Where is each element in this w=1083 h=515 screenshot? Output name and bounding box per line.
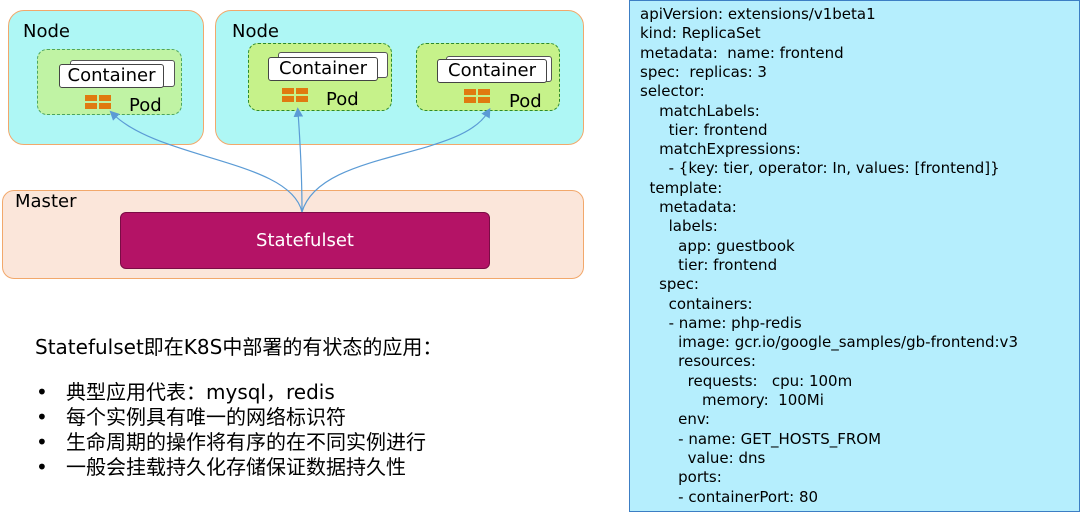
yaml-line: memory: 100Mi [640, 391, 824, 409]
yaml-line: template: [640, 178, 723, 197]
yaml-line: labels: [640, 217, 718, 236]
bullet-list: 典型应用代表：mysql，redis 每个实例具有唯一的网络标识符 生命周期的操… [36, 380, 426, 480]
yaml-line: - containerPort: 80 [640, 487, 819, 506]
yaml-line: ports: [640, 468, 722, 487]
yaml-line: - name: php-redis [640, 313, 802, 332]
bullet-item: 每个实例具有唯一的网络标识符 [36, 405, 426, 430]
yaml-line: matchExpressions: [640, 140, 801, 159]
description-title: Statefulset即在K8S中部署的有状态的应用： [35, 335, 443, 359]
yaml-line: spec: [640, 275, 699, 294]
yaml-line: tier: frontend [640, 120, 768, 139]
yaml-line: image: gcr.io/google_samples/gb-frontend… [640, 333, 1018, 352]
yaml-line: containers: [640, 294, 753, 313]
yaml-line: tier: frontend [640, 255, 778, 274]
yaml-line: matchLabels: [640, 101, 760, 120]
yaml-line: requests: cpu: 100m [640, 371, 853, 390]
yaml-line: resources: [640, 352, 756, 371]
connector-pod-1 [109, 110, 303, 213]
yaml-line: kind: ReplicaSet [640, 24, 761, 43]
yaml-line: apiVersion: extensions/v1beta1 [640, 5, 876, 23]
connector-pod-2 [293, 107, 304, 213]
yaml-line: app: guestbook [640, 236, 795, 255]
yaml-line: metadata: [640, 198, 737, 216]
bullet-item: 生命周期的操作将有序的在不同实例进行 [36, 430, 426, 455]
yaml-line: spec: replicas: 3 [640, 62, 767, 81]
yaml-line: value: dns [640, 448, 766, 467]
connector-pod-3 [301, 107, 491, 213]
yaml-line: metadata: name: frontend [640, 43, 844, 62]
yaml-panel: apiVersion: extensions/v1beta1 kind: Repl… [629, 0, 1080, 512]
yaml-line: selector: [640, 82, 705, 101]
yaml-line: - {key: tier, operator: In, values: [fro… [640, 159, 1000, 178]
yaml-line: - name: GET_HOSTS_FROM [640, 429, 882, 448]
yaml-line: env: [640, 410, 710, 429]
bullet-item: 一般会挂载持久化存储保证数据持久性 [36, 455, 426, 480]
bullet-item: 典型应用代表：mysql，redis [36, 380, 426, 405]
